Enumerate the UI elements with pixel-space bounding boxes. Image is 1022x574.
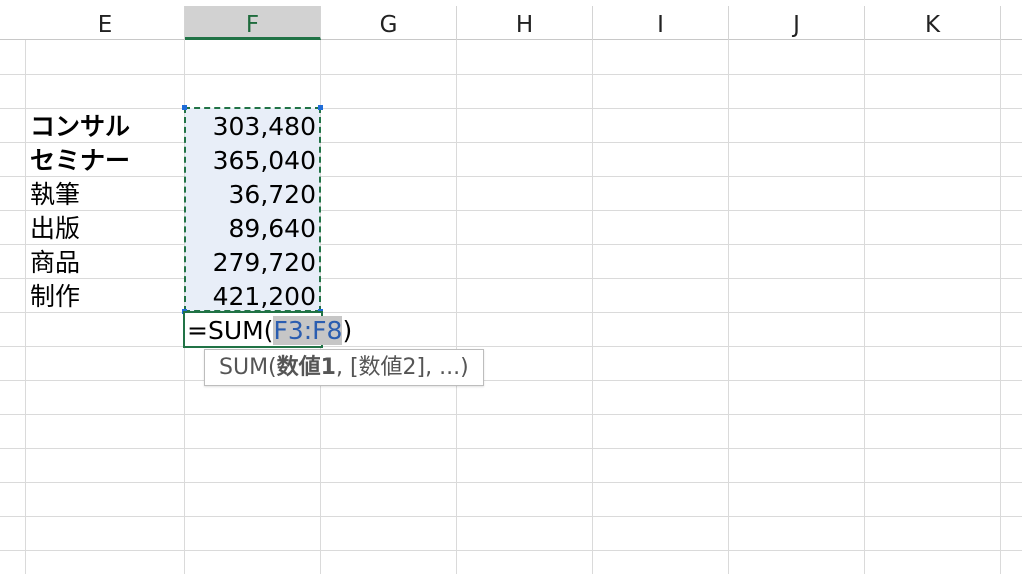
grid-line [0,176,1022,177]
grid-line [0,516,1022,517]
grid-line [0,448,1022,449]
grid-line [0,312,1022,313]
grid-line [0,278,1022,279]
range-corner-handle[interactable] [182,105,187,110]
reference-range-border [184,107,321,312]
grid-line [0,108,1022,109]
tooltip-function-name[interactable]: SUM( [219,355,277,380]
grid-line [0,482,1022,483]
formula-suffix: ) [342,316,353,345]
grid-line [0,142,1022,143]
column-header-k[interactable]: K [865,6,1001,40]
grid-line [0,210,1022,211]
column-header-bar: E F G H I J K [0,0,1022,40]
grid-line [0,74,1022,75]
column-header-j[interactable]: J [729,6,865,40]
cell-e5[interactable]: 執筆 [30,177,80,211]
cell-e3[interactable]: コンサル [30,109,130,143]
range-corner-handle[interactable] [318,105,323,110]
column-header-h[interactable]: H [457,6,593,40]
function-tooltip[interactable]: SUM(数値1, [数値2], ...) [204,349,484,386]
grid-line [728,40,729,574]
column-header-g[interactable]: G [321,6,457,40]
tooltip-current-arg: 数値1 [276,355,336,380]
grid-line [0,414,1022,415]
grid-line [25,40,26,574]
formula-text[interactable]: =SUM(F3:F8) [187,314,352,348]
grid-line [0,346,1022,347]
formula-range-ref[interactable]: F3:F8 [273,316,343,345]
grid-line [1000,40,1001,574]
column-header-e[interactable]: E [26,6,185,40]
cell-e6[interactable]: 出版 [30,211,80,245]
grid-line [0,380,1022,381]
grid-line [0,244,1022,245]
cell-e4[interactable]: セミナー [30,143,130,177]
formula-prefix: =SUM( [187,316,274,345]
spreadsheet: E F G H I J K コンサル セミナー 執筆 出版 商品 制作 303,… [0,0,1022,574]
grid-line [864,40,865,574]
cell-e8[interactable]: 制作 [30,279,80,313]
cell-e7[interactable]: 商品 [30,245,80,279]
column-header-i[interactable]: I [593,6,729,40]
grid-line [592,40,593,574]
tooltip-rest-args: , [数値2], ...) [335,355,469,380]
column-header-f[interactable]: F [185,6,321,40]
grid-line [456,40,457,574]
grid-line [0,550,1022,551]
